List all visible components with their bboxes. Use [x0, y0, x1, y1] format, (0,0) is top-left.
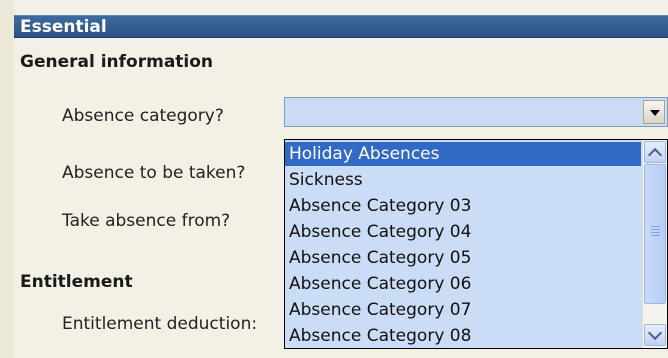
general-information-heading: General information — [20, 52, 214, 72]
list-option-absence-category-05[interactable]: Absence Category 05 — [285, 246, 641, 270]
list-option-absence-category-07[interactable]: Absence Category 07 — [285, 298, 641, 322]
grip-line — [651, 235, 660, 236]
grip-line — [651, 232, 660, 233]
absence-category-dropdown-list[interactable]: Holiday Absences Sickness Absence Catego… — [284, 139, 668, 349]
list-option-absence-category-03[interactable]: Absence Category 03 — [285, 194, 641, 218]
entitlement-deduction-label: Entitlement deduction: — [62, 314, 258, 334]
section-header-bar: Essential — [14, 15, 668, 38]
take-absence-from-label: Take absence from? — [62, 211, 231, 231]
chevron-down-icon — [647, 325, 663, 341]
list-option-sickness[interactable]: Sickness — [285, 168, 641, 192]
list-option-absence-category-04[interactable]: Absence Category 04 — [285, 220, 641, 244]
chevron-down-icon[interactable] — [643, 100, 665, 124]
scrollbar-thumb[interactable] — [644, 164, 666, 304]
list-option-absence-category-08[interactable]: Absence Category 08 — [285, 324, 641, 348]
chevron-up-icon — [647, 147, 663, 163]
absence-to-be-taken-label: Absence to be taken? — [62, 163, 246, 183]
absence-category-label: Absence category? — [62, 106, 224, 126]
absence-category-combobox[interactable] — [284, 97, 668, 127]
grip-line — [651, 229, 660, 230]
scroll-down-button[interactable] — [644, 324, 666, 346]
list-option-holiday-absences[interactable]: Holiday Absences — [285, 142, 641, 166]
scroll-up-button[interactable] — [644, 141, 666, 163]
dropdown-scrollbar[interactable] — [642, 140, 667, 348]
entitlement-heading: Entitlement — [20, 272, 133, 292]
section-title: Essential — [20, 17, 107, 37]
list-option-absence-category-06[interactable]: Absence Category 06 — [285, 272, 641, 296]
grip-line — [651, 226, 660, 227]
